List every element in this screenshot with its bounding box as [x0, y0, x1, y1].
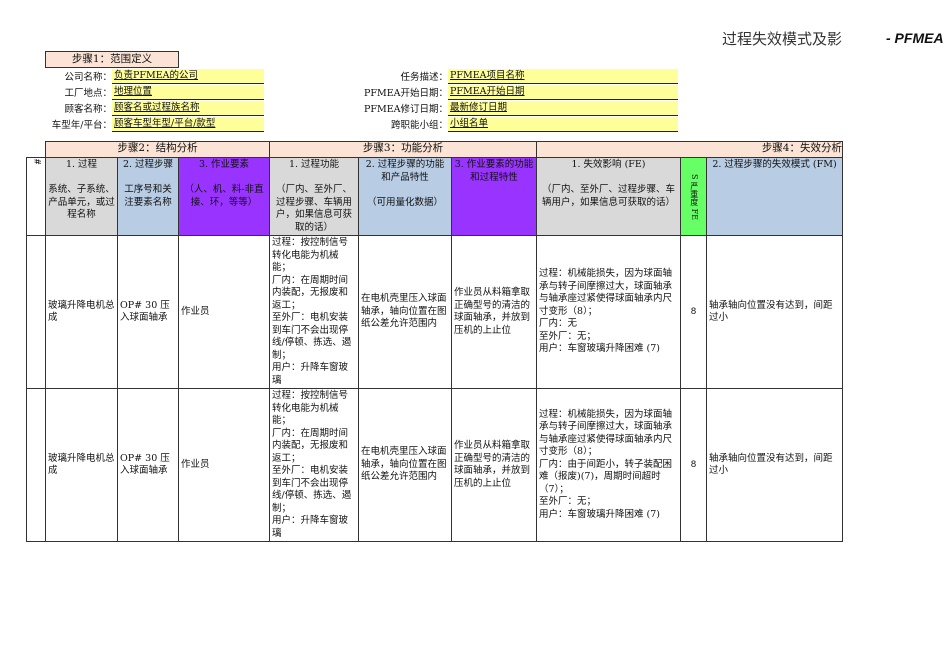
- row-number-header: #: [26, 157, 46, 236]
- col-desc: （厂内、至外厂、过程步骤、车辆用户，如果信息可获取的话）: [541, 184, 675, 208]
- cell-failure-mode[interactable]: 轴承轴向位置没有达到，间距过小: [706, 235, 843, 389]
- scope-left: 公司名称： 负责PFMEA的公司 工厂地点： 地理位置 顾客名称： 顾客名或过程族名称…: [46, 69, 264, 133]
- step4-header: 步骤4：失效分析: [536, 141, 843, 158]
- cell-process[interactable]: 玻璃升降电机总成: [45, 388, 118, 542]
- step2-header: 步骤2：结构分析: [45, 141, 270, 158]
- field-label: 工厂地点：: [64, 88, 112, 99]
- step3-header: 步骤3：功能分析: [269, 141, 537, 158]
- cell-failure-effect[interactable]: 过程：机械能损失，因为球面轴承与转子间摩擦过大，球面轴承与轴承座过紧使得球面轴承…: [536, 388, 681, 542]
- col-title: 3. 作业要素的功能和过程特性: [454, 159, 534, 183]
- cell-step-function[interactable]: 在电机壳里压入球面轴承，轴向位置在图纸公差允许范围内: [358, 235, 452, 389]
- cell-failure-effect[interactable]: 过程：机械能损失，因为球面轴承与转子间摩擦过大，球面轴承与轴承座过紧使得球面轴承…: [536, 235, 681, 389]
- col-desc: （厂内、至外厂、过程步骤、车辆用户，如果信息可获取的话）: [275, 184, 352, 233]
- col-desc: 工序号和关注要素名称: [124, 184, 172, 208]
- col-title: 1. 过程功能: [288, 159, 340, 170]
- task-field[interactable]: PFMEA项目名称: [448, 69, 678, 84]
- col-failure-effect: 1. 失效影响 (FE) （厂内、至外厂、过程步骤、车辆用户，如果信息可获取的话）: [536, 157, 681, 236]
- col-work-element: 3. 作业要素 （人、机、料-非直接、环，等等）: [178, 157, 270, 236]
- start-date-field[interactable]: PFMEA开始日期: [448, 85, 678, 100]
- field-label: 公司名称：: [64, 72, 112, 83]
- pfmea-label: - PFMEA: [886, 30, 944, 46]
- cell-step-function[interactable]: 在电机壳里压入球面轴承，轴向位置在图纸公差允许范围内: [358, 388, 452, 542]
- col-failure-mode: 2. 过程步骤的失效模式 (FM): [706, 157, 843, 236]
- col-desc: 系统、子系统、产品单元，或过程名称: [48, 184, 115, 220]
- cell-severity[interactable]: 8: [680, 235, 707, 389]
- cell-severity[interactable]: 8: [680, 388, 707, 542]
- col-title: 2. 过程步骤: [122, 159, 174, 170]
- document-title: 过程失效模式及影: [722, 30, 843, 48]
- team-field[interactable]: 小组名单: [448, 117, 678, 132]
- cell-step[interactable]: OP# 30 压入球面轴承: [117, 235, 179, 389]
- table-row: 玻璃升降电机总成 OP# 30 压入球面轴承 作业员 过程：按控制信号转化电能为…: [26, 388, 843, 542]
- revision-date-field[interactable]: 最新修订日期: [448, 101, 678, 116]
- col-process-step: 2. 过程步骤工序号和关注要素名称: [117, 157, 179, 236]
- cell-element-function[interactable]: 作业员从料箱拿取正确型号的清洁的球面轴承，并放到压机的上止位: [451, 388, 537, 542]
- cell-step[interactable]: OP# 30 压入球面轴承: [117, 388, 179, 542]
- field-label: 任务描述：: [400, 72, 448, 83]
- cell-function[interactable]: 过程：按控制信号转化电能为机械能； 厂内：在周期时间内装配，无报废和返工； 至外…: [269, 388, 359, 542]
- col-step-function: 2. 过程步骤的功能和产品特性 （可用量化数据）: [358, 157, 452, 236]
- field-label: 顾客名称：: [64, 104, 112, 115]
- col-title: 2. 过程步骤的功能和产品特性: [365, 159, 445, 183]
- col-title: 1. 过程: [65, 159, 98, 170]
- col-process: 1. 过程系统、子系统、产品单元，或过程名称: [45, 157, 118, 236]
- col-desc: （人、机、料-非直接、环，等等）: [184, 184, 264, 208]
- col-title: 3. 作业要素: [198, 159, 250, 170]
- cell-process[interactable]: 玻璃升降电机总成: [45, 235, 118, 389]
- plant-field[interactable]: 地理位置: [112, 85, 264, 100]
- cell-element[interactable]: 作业员: [178, 235, 270, 389]
- pfmea-table: 步骤2：结构分析 步骤3：功能分析 步骤4：失效分析 # 1. 过程系统、子系统…: [26, 141, 843, 542]
- cell-element[interactable]: 作业员: [178, 388, 270, 542]
- cell-failure-mode[interactable]: 轴承轴向位置没有达到，间距过小: [706, 388, 843, 542]
- cell-element-function[interactable]: 作业员从料箱拿取正确型号的清洁的球面轴承，并放到压机的上止位: [451, 235, 537, 389]
- table-row: 玻璃升降电机总成 OP# 30 压入球面轴承 作业员 过程：按控制信号转化电能为…: [26, 235, 843, 389]
- customer-field[interactable]: 顾客名或过程族名称: [112, 101, 264, 116]
- step1-title: 步骤1：范围定义: [45, 51, 179, 68]
- col-title: 1. 失效影响 (FE): [571, 159, 646, 170]
- field-label: PFMEA开始日期：: [363, 88, 448, 99]
- field-label: 车型年/平台：: [51, 120, 112, 131]
- col-process-function: 1. 过程功能 （厂内、至外厂、过程步骤、车辆用户，如果信息可获取的话）: [269, 157, 359, 236]
- col-severity: S 严重度 FE: [680, 157, 707, 236]
- field-label: 跨职能小组：: [390, 120, 448, 131]
- field-label: PFMEA修订日期：: [363, 104, 448, 115]
- col-element-function: 3. 作业要素的功能和过程特性: [451, 157, 537, 236]
- model-field[interactable]: 顾客车型年型/平台/款型: [112, 117, 264, 132]
- scope-right: 任务描述： PFMEA项目名称 PFMEA开始日期： PFMEA开始日期 PFMEA…: [298, 69, 678, 133]
- cell-function[interactable]: 过程：按控制信号转化电能为机械能； 厂内：在周期时间内装配，无报废和返工； 至外…: [269, 235, 359, 389]
- company-field[interactable]: 负责PFMEA的公司: [112, 69, 264, 84]
- col-desc: （可用量化数据）: [366, 196, 443, 208]
